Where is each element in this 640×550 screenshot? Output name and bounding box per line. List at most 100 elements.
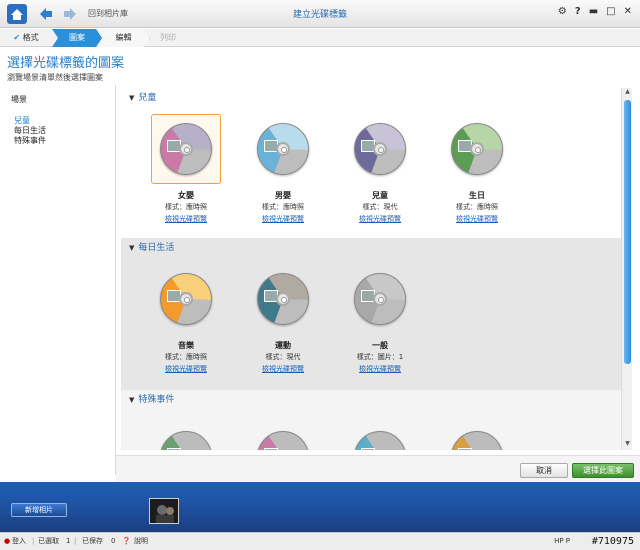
design-thumbnail[interactable] <box>345 264 415 334</box>
design-card[interactable] <box>345 422 415 450</box>
disc-icon <box>160 123 212 175</box>
disc-icon <box>354 123 406 175</box>
design-thumbnail[interactable] <box>151 114 221 184</box>
design-card[interactable]: 音樂 樣式：應時照 檢視光碟預覽 <box>151 264 221 374</box>
design-thumbnail[interactable] <box>248 264 318 334</box>
design-thumbnail[interactable] <box>345 114 415 184</box>
gear-icon[interactable]: ⚙ <box>558 6 567 17</box>
tab-edit[interactable]: 編輯 <box>98 29 150 47</box>
design-thumbnail[interactable] <box>248 114 318 184</box>
vertical-scrollbar[interactable]: ▲ ▼ <box>621 88 632 450</box>
photo-thumbnail[interactable] <box>149 498 179 524</box>
preview-link[interactable]: 檢視光碟預覽 <box>248 364 318 374</box>
design-style: 樣式：應時照 <box>262 203 304 211</box>
disc-icon <box>160 273 212 325</box>
disc-hole <box>373 292 387 306</box>
action-bar: 取消 選擇此圖案 <box>116 455 640 481</box>
design-card[interactable]: 一般樣式：圖片：1 檢視光碟預覽 <box>345 264 415 374</box>
design-style: 樣式：應時照 <box>165 353 207 361</box>
design-card[interactable]: 兒童樣式：現代檢視光碟預覽 <box>345 114 415 224</box>
photo-placeholder-icon <box>361 448 375 450</box>
tab-design[interactable]: 圖案 <box>52 29 102 47</box>
saved-label: 已保存 <box>82 537 103 545</box>
group-special-events <box>121 410 621 450</box>
select-design-button[interactable]: 選擇此圖案 <box>572 463 634 478</box>
minimize-icon[interactable]: ▬ <box>589 6 598 17</box>
design-gallery: ▼ 兒童 女嬰 樣式：應時照 檢視光碟預覽 男嬰 樣式：應時照 檢視光碟預覽 兒童 樣式：現代檢… <box>121 88 621 450</box>
tab-format[interactable]: ✔ 格式 <box>0 29 52 47</box>
preview-link[interactable]: 檢視光碟預覽 <box>442 214 512 224</box>
preview-link[interactable]: 檢視光碟預覽 <box>151 364 221 374</box>
disc-hole <box>276 142 290 156</box>
design-card[interactable]: 女嬰樣式：應時照檢視光碟預覽 <box>151 114 221 224</box>
title-bar: 回到相片庫 建立光碟標籤 ⚙ ? ▬ □ ✕ <box>0 0 640 28</box>
design-style: 樣式：應時照 <box>456 203 498 211</box>
login-status-icon: ● <box>4 537 11 545</box>
watermark: #710975 <box>591 536 634 547</box>
preview-link[interactable]: 檢視光碟預覽 <box>345 214 415 224</box>
photo-placeholder-icon <box>167 448 181 450</box>
scrollbar-thumb[interactable] <box>624 100 631 364</box>
selected-label: 已選取 <box>38 537 59 545</box>
design-name: 女嬰 <box>178 191 194 200</box>
design-thumbnail[interactable] <box>442 114 512 184</box>
group-header-special-events[interactable]: ▼ 特殊事件 <box>121 390 621 410</box>
design-style: 樣式：現代 <box>362 203 398 211</box>
cancel-button[interactable]: 取消 <box>520 463 568 478</box>
login-link[interactable]: 登入 <box>12 533 26 550</box>
preview-link[interactable]: 檢視光碟預覽 <box>248 214 318 224</box>
design-thumbnail[interactable] <box>151 422 221 450</box>
design-name: 一般 <box>372 341 388 350</box>
disc-icon <box>257 123 309 175</box>
add-photos-button[interactable]: 新增相片 <box>11 503 67 517</box>
design-thumbnail[interactable] <box>151 264 221 334</box>
photo-tray: 新增相片 <box>0 482 640 532</box>
app-title: 建立光碟標籤 <box>292 10 347 20</box>
design-card[interactable]: 男嬰樣式：應時照檢視光碟預覽 <box>248 114 318 224</box>
disc-icon <box>354 431 406 450</box>
design-card[interactable] <box>442 422 512 450</box>
group-header-children[interactable]: ▼ 兒童 <box>121 88 621 108</box>
page-subtitle: 瀏覽場景清單然後選擇圖案 <box>7 73 103 82</box>
close-icon[interactable]: ✕ <box>624 6 632 17</box>
sidebar-section-title: 場景 <box>11 95 27 104</box>
help-icon[interactable]: ? <box>575 6 581 17</box>
status-bar: ● 登入 | 已選取 1 | 已保存 0 ❓ 說明 HP P #710975 <box>0 532 640 550</box>
maximize-icon[interactable]: □ <box>606 6 615 17</box>
design-name: 兒童 <box>372 191 388 200</box>
group-title: 每日生活 <box>138 243 175 253</box>
preview-link[interactable]: 檢視光碟預覽 <box>151 214 221 224</box>
scroll-down-icon[interactable]: ▼ <box>622 440 633 450</box>
design-style: 樣式：現代 <box>265 353 301 361</box>
collapse-triangle-icon[interactable]: ▼ <box>129 396 134 404</box>
design-name: 男嬰 <box>275 191 291 200</box>
divider: | <box>32 537 35 545</box>
disc-icon <box>451 123 503 175</box>
design-style: 樣式：圖片：1 <box>356 353 404 361</box>
help-link[interactable]: 說明 <box>134 533 148 550</box>
divider: | <box>74 537 77 545</box>
collapse-triangle-icon[interactable]: ▼ <box>129 244 134 252</box>
selected-count: 1 <box>66 537 71 545</box>
help-circle-icon[interactable]: ❓ <box>122 533 131 550</box>
design-thumbnail[interactable] <box>248 422 318 450</box>
sidebar-item-special-events[interactable]: 特殊事件 <box>14 135 46 146</box>
design-style: 樣式：應時照 <box>165 203 207 211</box>
tab-print: 列印 <box>160 33 176 42</box>
disc-icon <box>451 431 503 450</box>
collapse-triangle-icon[interactable]: ▼ <box>129 94 134 102</box>
preview-link[interactable]: 檢視光碟預覽 <box>345 364 415 374</box>
design-thumbnail[interactable] <box>345 422 415 450</box>
design-card[interactable] <box>248 422 318 450</box>
design-thumbnail[interactable] <box>442 422 512 450</box>
group-header-daily-life[interactable]: ▼ 每日生活 <box>121 238 621 258</box>
design-card[interactable]: 運動 樣式：現代 檢視光碟預覽 <box>248 264 318 374</box>
brand-label: HP P <box>554 537 570 545</box>
disc-hole <box>470 142 484 156</box>
design-card[interactable]: 生日樣式：應時照檢視光碟預覽 <box>442 114 512 224</box>
disc-icon <box>354 273 406 325</box>
design-card[interactable] <box>151 422 221 450</box>
scroll-up-icon[interactable]: ▲ <box>622 88 633 98</box>
disc-icon <box>257 431 309 450</box>
design-name: 生日 <box>469 191 485 200</box>
